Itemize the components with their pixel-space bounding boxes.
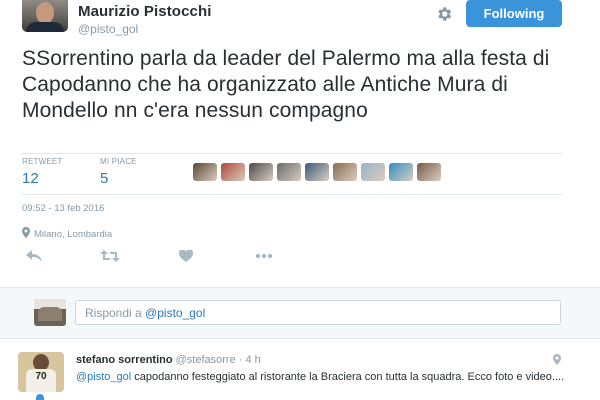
divider [22, 153, 562, 154]
reply-header: stefano sorrentino @stefasorre · 4 h [76, 354, 261, 366]
tweet-detail: Maurizio Pistocchi @pisto_gol Following … [0, 0, 600, 290]
author-name[interactable]: Maurizio Pistocchi [78, 3, 212, 20]
gear-icon[interactable] [433, 4, 455, 24]
jersey-number: 70 [35, 371, 47, 382]
reply-author-handle[interactable]: @stefasorre [176, 354, 236, 366]
reply-input-mention: @pisto_gol [145, 306, 206, 320]
liker-avatar-9[interactable] [417, 163, 441, 181]
reply-mention[interactable]: @pisto_gol [76, 371, 131, 383]
liker-avatar-3[interactable] [249, 163, 273, 181]
liker-avatar-5[interactable] [305, 163, 329, 181]
liker-avatar-6[interactable] [333, 163, 357, 181]
reply-input[interactable]: Rispondi a @pisto_gol [75, 300, 561, 325]
author-avatar[interactable] [22, 0, 68, 32]
retweet-icon[interactable] [98, 246, 122, 266]
following-button[interactable]: Following [466, 0, 562, 27]
tweet-author[interactable]: Maurizio Pistocchi @pisto_gol [78, 3, 212, 36]
retweet-stat-label: RETWEET [22, 157, 63, 166]
like-stat[interactable]: MI PIACE 5 [100, 157, 137, 187]
liker-avatar-2[interactable] [221, 163, 245, 181]
liker-avatar-4[interactable] [277, 163, 301, 181]
like-stat-label: MI PIACE [100, 157, 137, 166]
reply-composer: Rispondi a @pisto_gol [0, 287, 600, 339]
more-icon[interactable] [252, 246, 276, 266]
liker-avatar-8[interactable] [389, 163, 413, 181]
reply-author-name[interactable]: stefano sorrentino [76, 354, 173, 366]
heart-icon[interactable] [174, 246, 198, 266]
reply-icon[interactable] [22, 246, 46, 266]
reply-tweet[interactable]: 70 stefano sorrentino @stefasorre · 4 h … [0, 340, 600, 400]
liker-avatars [193, 163, 441, 181]
divider [22, 194, 562, 195]
tweet-timestamp: 09:52 - 13 feb 2016 [22, 203, 105, 214]
reply-time[interactable]: · 4 h [239, 354, 261, 366]
location-pin-icon [553, 352, 561, 370]
location-label[interactable]: Milano, Lombardia [34, 229, 112, 240]
author-handle[interactable]: @pisto_gol [78, 22, 138, 36]
reply-input-prefix: Rispondi a [85, 306, 146, 320]
reply-text: @pisto_gol capodanno festeggiato al rist… [76, 370, 576, 384]
retweet-stat[interactable]: RETWEET 12 [22, 157, 63, 187]
liker-avatar-1[interactable] [193, 163, 217, 181]
tweet-location[interactable]: Milano, Lombardia [22, 227, 112, 241]
reply-author-avatar[interactable]: 70 [18, 352, 64, 392]
like-count[interactable]: 5 [100, 170, 137, 187]
tweet-text: SSorrentino parla da leader del Palermo … [22, 47, 550, 122]
location-pin-icon [22, 227, 30, 241]
liker-avatar-7[interactable] [361, 163, 385, 181]
conversation-indicator [36, 394, 44, 400]
retweet-count[interactable]: 12 [22, 170, 63, 187]
reply-body: capodanno festeggiato al ristorante la B… [131, 371, 565, 383]
current-user-avatar [34, 299, 66, 326]
